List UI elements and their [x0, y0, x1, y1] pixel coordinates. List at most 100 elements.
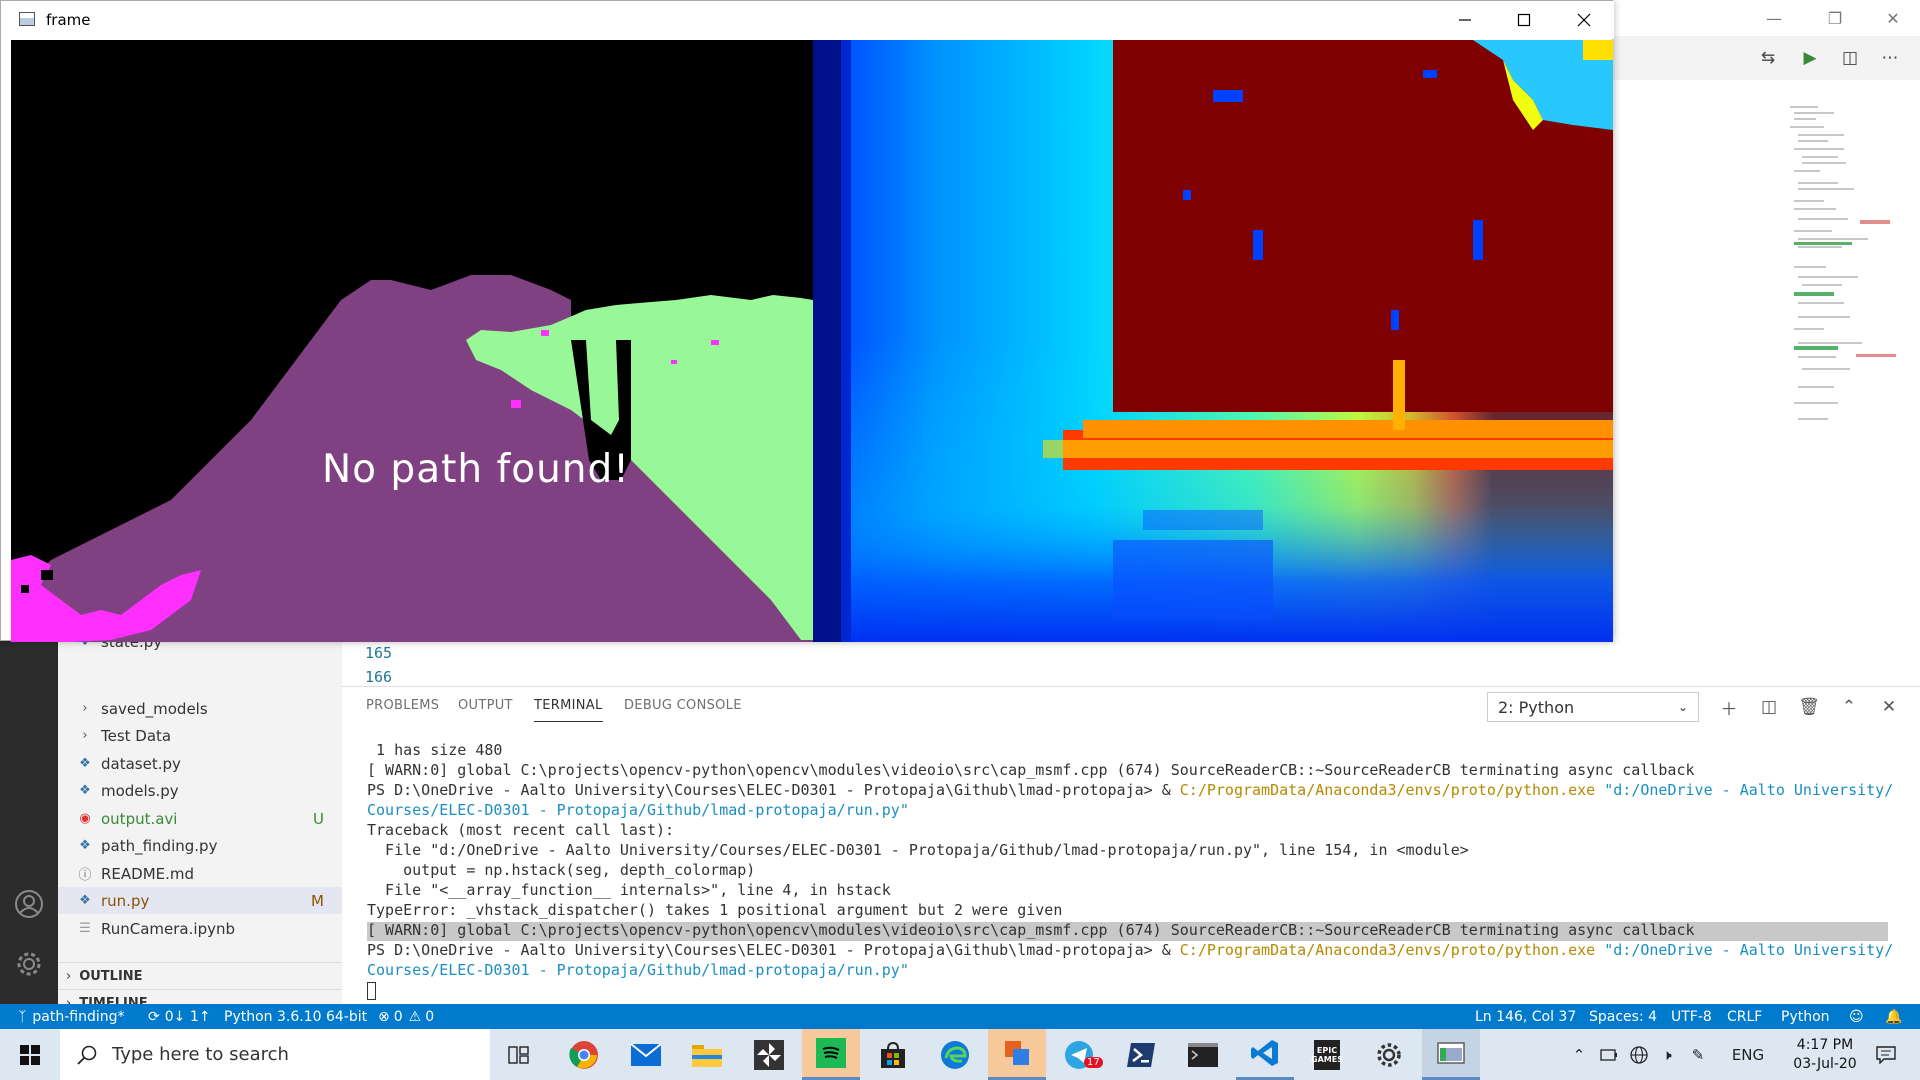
- depth-colormap-view: [813, 40, 1613, 642]
- taskbar-search-box[interactable]: Type here to search: [60, 1029, 490, 1080]
- maximize-panel-icon[interactable]: ⌃: [1836, 694, 1862, 720]
- network-globe-icon[interactable]: [1627, 1029, 1651, 1080]
- info-file-icon: ⓘ: [78, 868, 92, 883]
- clock-time: 4:17 PM: [1796, 1036, 1854, 1053]
- volume-icon[interactable]: 🕨: [1655, 1029, 1679, 1080]
- pen-workspace-icon[interactable]: ✎: [1686, 1029, 1710, 1080]
- maximize-icon: [1517, 13, 1531, 27]
- taskbar-microsoft-store[interactable]: [864, 1029, 922, 1080]
- file-name: RunCamera.ipynb: [101, 919, 235, 938]
- git-status-badge: U: [313, 809, 324, 828]
- tab-terminal[interactable]: TERMINAL: [534, 698, 603, 722]
- file-name: output.avi: [101, 809, 178, 828]
- action-center-icon[interactable]: [1866, 1029, 1906, 1080]
- taskbar-mail[interactable]: [617, 1029, 675, 1080]
- chevron-right-icon: ›: [66, 968, 72, 984]
- file-item[interactable]: ❖ path_finding.py: [58, 832, 342, 859]
- taskbar-powershell[interactable]: [1112, 1029, 1170, 1080]
- taskbar-chrome[interactable]: [555, 1029, 613, 1080]
- taskbar-office[interactable]: [988, 1029, 1046, 1080]
- folder-item[interactable]: › saved_models: [58, 695, 342, 722]
- terminal-line: output = np.hstack(seg, depth_colormap): [367, 861, 756, 879]
- file-name: dataset.py: [101, 754, 181, 773]
- account-icon[interactable]: [9, 884, 49, 924]
- error-count: 0: [393, 1008, 403, 1025]
- notifications-bell-icon[interactable]: 🔔: [1885, 1004, 1902, 1029]
- prompt-text: PS D:\OneDrive - Aalto University\Course…: [367, 941, 1180, 959]
- cursor-position-item[interactable]: Ln 146, Col 37: [1475, 1004, 1576, 1029]
- file-item-selected[interactable]: ❖ run.py M: [58, 887, 342, 914]
- show-hidden-icons-chevron[interactable]: ⌃: [1567, 1029, 1591, 1080]
- vscode-restore-button[interactable]: ❐: [1812, 0, 1858, 36]
- compare-changes-icon[interactable]: ⇆: [1754, 44, 1782, 72]
- taskbar-pinwheel-app[interactable]: [740, 1029, 798, 1080]
- input-language-indicator[interactable]: ENG: [1730, 1029, 1766, 1080]
- file-item[interactable]: ⓘ README.md: [58, 860, 342, 887]
- split-terminal-icon[interactable]: ◫: [1756, 694, 1782, 720]
- close-panel-icon[interactable]: ✕: [1876, 694, 1902, 720]
- file-item[interactable]: ◉ output.avi U: [58, 805, 342, 832]
- notification-badge: 17: [1084, 1057, 1103, 1068]
- taskbar-file-explorer[interactable]: [678, 1029, 736, 1080]
- problems-item[interactable]: ⊗ 0 ⚠ 0: [378, 1004, 434, 1029]
- frame-title-bar[interactable]: frame: [1, 1, 1614, 39]
- split-editor-icon[interactable]: ◫: [1836, 44, 1864, 72]
- git-branch-item[interactable]: ᛉ path-finding*: [18, 1004, 125, 1029]
- chevron-down-icon: ⌄: [1677, 700, 1688, 714]
- file-item[interactable]: ❖ dataset.py: [58, 750, 342, 777]
- new-terminal-icon[interactable]: ＋: [1716, 694, 1742, 720]
- branch-name: path-finding*: [32, 1008, 125, 1025]
- terminal-selector-value: 2: Python: [1498, 697, 1575, 717]
- file-name: path_finding.py: [101, 836, 218, 855]
- terminal-line: Courses/ELEC-D0301 - Protopaja/Github/lm…: [367, 801, 909, 819]
- terminal-selector[interactable]: 2: Python ⌄: [1487, 692, 1699, 722]
- sync-counts: 0↓ 1↑: [164, 1008, 211, 1025]
- vscode-close-button[interactable]: ✕: [1870, 0, 1916, 36]
- frame-minimize-button[interactable]: [1436, 1, 1494, 39]
- folder-item[interactable]: › Test Data: [58, 722, 342, 749]
- taskbar-frame-window[interactable]: [1422, 1029, 1480, 1080]
- sync-item[interactable]: ⟳ 0↓ 1↑: [148, 1004, 210, 1029]
- python-interpreter-item[interactable]: Python 3.6.10 64-bit: [224, 1004, 367, 1029]
- taskbar-edge[interactable]: [926, 1029, 984, 1080]
- encoding-item[interactable]: UTF-8: [1671, 1004, 1712, 1029]
- frame-close-button[interactable]: [1555, 1, 1613, 39]
- run-icon[interactable]: ▶: [1796, 44, 1824, 72]
- editor-minimap[interactable]: [1790, 106, 1900, 446]
- python-path: C:/ProgramData/Anaconda3/envs/proto/pyth…: [1179, 941, 1596, 959]
- manage-gear-icon[interactable]: [9, 944, 49, 984]
- status-bar: ᛉ path-finding* ⟳ 0↓ 1↑ Python 3.6.10 64-b…: [0, 1004, 1920, 1029]
- indentation-item[interactable]: Spaces: 4: [1589, 1004, 1657, 1029]
- taskbar-terminal[interactable]: [1174, 1029, 1232, 1080]
- frame-maximize-button[interactable]: [1495, 1, 1553, 39]
- feedback-icon[interactable]: ☺: [1849, 1004, 1864, 1029]
- language-mode-item[interactable]: Python: [1781, 1004, 1830, 1029]
- terminal-line: [ WARN:0] global C:\projects\opencv-pyth…: [367, 761, 1695, 779]
- eol-item[interactable]: CRLF: [1727, 1004, 1762, 1029]
- battery-icon[interactable]: [1597, 1029, 1621, 1080]
- tab-debug-console[interactable]: DEBUG CONSOLE: [624, 698, 742, 713]
- file-item[interactable]: ❖ models.py: [58, 777, 342, 804]
- tab-problems[interactable]: PROBLEMS: [366, 698, 439, 713]
- task-view-button[interactable]: [490, 1029, 548, 1080]
- more-actions-icon[interactable]: ⋯: [1876, 44, 1904, 72]
- vscode-minimize-button[interactable]: —: [1751, 0, 1797, 36]
- start-button[interactable]: [0, 1029, 60, 1080]
- taskbar-vscode[interactable]: [1236, 1029, 1294, 1080]
- file-name: run.py: [101, 891, 150, 910]
- taskbar-spotify[interactable]: [802, 1029, 860, 1080]
- sync-icon: ⟳: [148, 1008, 160, 1025]
- file-item[interactable]: ☰ RunCamera.ipynb: [58, 915, 342, 942]
- folder-name: Test Data: [101, 726, 172, 745]
- trash-icon[interactable]: 🗑: [1796, 694, 1822, 720]
- taskbar-clock[interactable]: 4:17 PM 03-Jul-20: [1777, 1029, 1873, 1080]
- pinwheel-app-icon: [754, 1039, 784, 1070]
- git-status-badge: M: [311, 891, 324, 910]
- outline-section-header[interactable]: › OUTLINE: [58, 962, 342, 989]
- taskbar-telegram[interactable]: 17: [1050, 1029, 1108, 1080]
- tab-output[interactable]: OUTPUT: [458, 698, 513, 713]
- file-name: README.md: [101, 864, 195, 883]
- office-icon: [1005, 1041, 1029, 1065]
- taskbar-epic-games[interactable]: EPIC GAMES: [1298, 1029, 1356, 1080]
- taskbar-settings[interactable]: [1360, 1029, 1418, 1080]
